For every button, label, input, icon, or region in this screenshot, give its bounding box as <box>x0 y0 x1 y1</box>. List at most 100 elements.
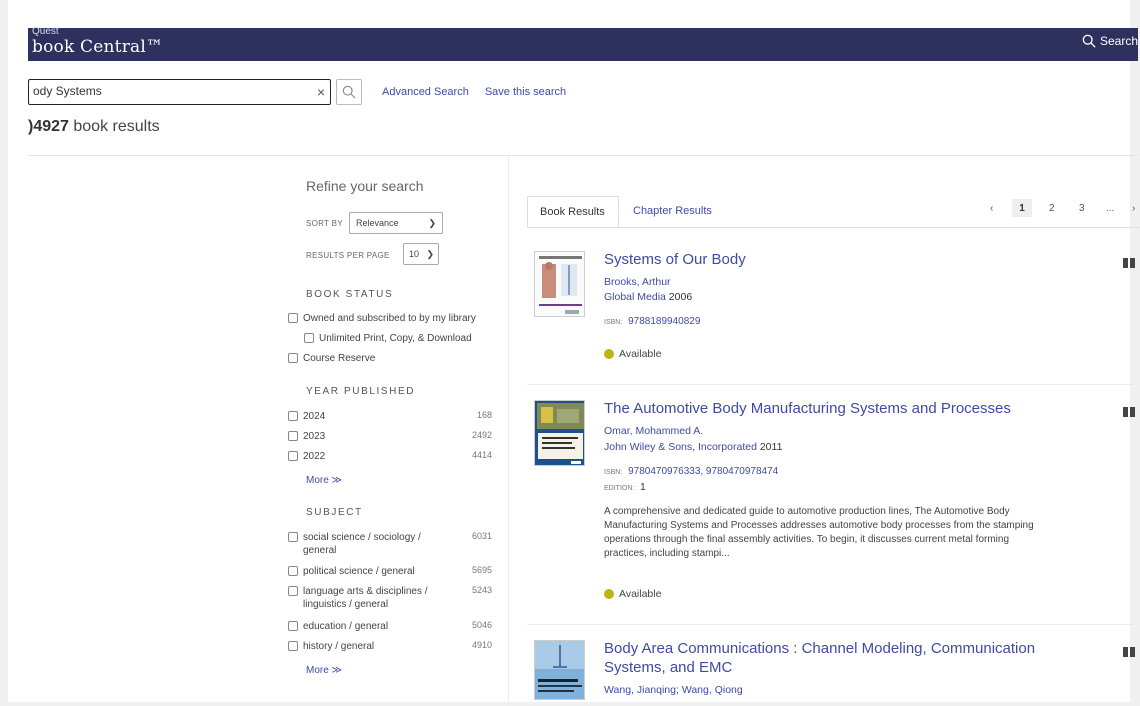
open-book-icon[interactable] <box>1122 646 1136 658</box>
book-author-link[interactable]: Wang, Jianqing; Wang, Qiong <box>604 684 743 696</box>
available-dot-icon <box>604 349 614 359</box>
results-per-page-select[interactable]: 10 ❯ <box>403 243 439 265</box>
chevron-down-icon: ❯ <box>428 218 436 228</box>
book-author-link[interactable]: Omar, Mohammed A. <box>604 425 703 437</box>
book-cover-image <box>535 252 584 316</box>
result-divider <box>527 384 1138 385</box>
checkbox[interactable] <box>288 621 298 631</box>
filter-year-2024[interactable]: 2024 <box>288 410 325 423</box>
checkbox[interactable] <box>288 431 298 441</box>
search-icon <box>1082 34 1096 48</box>
book-edition: EDITION: 1 <box>604 482 646 493</box>
header-divider <box>28 155 1138 156</box>
top-navigation-bar: Quest book Central™ Search <box>28 26 1138 61</box>
filter-count: 168 <box>476 410 492 420</box>
publish-year: 2006 <box>668 291 693 303</box>
book-status-heading: BOOK STATUS <box>306 289 394 300</box>
book-author-link[interactable]: Brooks, Arthur <box>604 276 671 288</box>
pager-prev-button[interactable]: ‹ <box>990 203 993 214</box>
filter-count: 4910 <box>471 640 492 650</box>
filter-count: 5046 <box>471 620 492 630</box>
checkbox[interactable] <box>288 313 298 323</box>
sort-by-select[interactable]: Relevance ❯ <box>349 212 443 234</box>
checkbox[interactable] <box>288 566 298 576</box>
search-icon <box>342 85 356 99</box>
open-book-icon[interactable] <box>1122 406 1136 418</box>
book-cover-image <box>535 641 584 699</box>
isbn-value[interactable]: 9788189940829 <box>628 316 700 327</box>
filter-year-2023[interactable]: 2023 <box>288 430 325 443</box>
checkbox[interactable] <box>304 333 314 343</box>
chevron-down-icon: ❯ <box>426 249 434 259</box>
filter-subject-sociology[interactable]: social science / sociology / general <box>288 531 438 557</box>
filter-subject-history[interactable]: history / general <box>288 640 374 653</box>
search-submit-button[interactable] <box>336 79 362 105</box>
column-divider <box>508 156 509 706</box>
tabs-underline <box>527 227 1138 228</box>
book-publisher: Global Media 2006 <box>604 291 692 303</box>
publisher-link[interactable]: John Wiley & Sons, Incorporated <box>604 441 757 453</box>
results-count-number: )4927 <box>28 118 69 135</box>
filter-count: 4414 <box>471 450 492 460</box>
results-per-page-value: 10 <box>409 249 420 259</box>
book-title-link-continued[interactable]: Systems, and EMC <box>604 659 732 676</box>
filter-count: 5695 <box>471 565 492 575</box>
filter-count: 2492 <box>471 430 492 440</box>
year-more-link[interactable]: More ≫ <box>306 475 342 486</box>
pager-page-2[interactable]: 2 <box>1049 203 1055 214</box>
edition-value: 1 <box>640 482 646 493</box>
filter-subject-linguistics[interactable]: language arts & disciplines / linguistic… <box>288 585 443 611</box>
pager-page-3[interactable]: 3 <box>1079 203 1085 214</box>
brand-logo[interactable]: book Central™ <box>32 37 163 57</box>
pager-page-1[interactable]: 1 <box>1012 199 1032 217</box>
book-cover[interactable] <box>534 400 585 466</box>
year-published-heading: YEAR PUBLISHED <box>306 386 416 397</box>
checkbox[interactable] <box>288 353 298 363</box>
search-input[interactable] <box>29 80 309 102</box>
availability-status: Available <box>604 588 661 600</box>
subject-heading: SUBJECT <box>306 507 363 518</box>
top-search-button[interactable]: Search <box>1082 34 1138 48</box>
isbn-value[interactable]: 9780470976333, 9780470978474 <box>628 466 778 477</box>
book-title-link[interactable]: Body Area Communications : Channel Model… <box>604 640 1035 657</box>
results-count: )4927 book results <box>28 118 160 136</box>
save-search-link[interactable]: Save this search <box>485 86 566 98</box>
pager-next-button[interactable]: › <box>1132 203 1135 214</box>
checkbox[interactable] <box>288 586 298 596</box>
advanced-search-link[interactable]: Advanced Search <box>382 86 469 98</box>
checkbox[interactable] <box>288 641 298 651</box>
filter-count: 5243 <box>471 585 492 595</box>
filter-subject-political-science[interactable]: political science / general <box>288 565 438 578</box>
available-dot-icon <box>604 589 614 599</box>
checkbox[interactable] <box>288 411 298 421</box>
availability-status: Available <box>604 348 661 360</box>
checkbox[interactable] <box>288 451 298 461</box>
result-divider <box>527 624 1138 625</box>
tab-chapter-results[interactable]: Chapter Results <box>621 196 741 228</box>
book-title-link[interactable]: The Automotive Body Manufacturing System… <box>604 400 1011 417</box>
checkbox[interactable] <box>288 532 298 542</box>
publisher-link[interactable]: Global Media <box>604 291 666 303</box>
filter-subject-education[interactable]: education / general <box>288 620 388 633</box>
book-isbn: ISBN: 9788189940829 <box>604 316 700 327</box>
filter-count: 6031 <box>471 531 492 541</box>
top-search-label: Search <box>1099 34 1138 48</box>
book-cover[interactable] <box>534 251 585 317</box>
subject-more-link[interactable]: More ≫ <box>306 665 342 676</box>
filter-year-2022[interactable]: 2022 <box>288 450 325 463</box>
tab-book-results[interactable]: Book Results <box>527 196 619 228</box>
book-description: A comprehensive and dedicated guide to a… <box>604 506 1034 559</box>
filter-unlimited-print[interactable]: Unlimited Print, Copy, & Download <box>304 332 472 345</box>
brand-small: Quest <box>32 26 59 37</box>
open-book-icon[interactable] <box>1122 257 1136 269</box>
sort-by-label: SORT BY <box>306 219 343 228</box>
book-cover[interactable] <box>534 640 585 700</box>
filter-owned-subscribed[interactable]: Owned and subscribed to by my library <box>288 312 476 325</box>
book-isbn: ISBN: 9780470976333, 9780470978474 <box>604 466 778 477</box>
pager-ellipsis: ... <box>1106 203 1115 214</box>
sort-by-value: Relevance <box>356 218 399 228</box>
filter-course-reserve[interactable]: Course Reserve <box>288 352 375 365</box>
isbn-label: ISBN: <box>604 469 623 476</box>
book-title-link[interactable]: Systems of Our Body <box>604 251 746 268</box>
clear-search-icon[interactable]: × <box>317 84 325 100</box>
